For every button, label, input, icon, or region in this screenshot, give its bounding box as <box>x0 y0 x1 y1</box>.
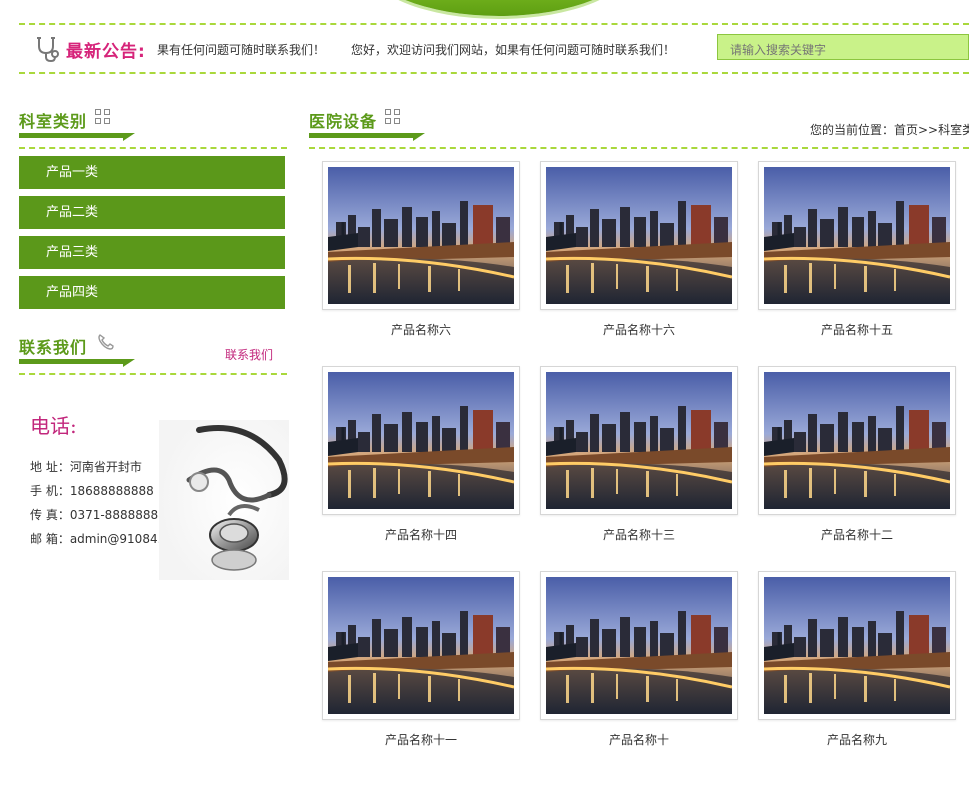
product-name[interactable]: 产品名称九 <box>758 731 956 748</box>
product-image[interactable] <box>546 372 732 509</box>
product-name[interactable]: 产品名称十五 <box>758 321 956 338</box>
products-title: 医院设备 <box>309 112 378 131</box>
contact-link[interactable]: 联系我们 <box>225 346 273 363</box>
category-title: 科室类别 <box>19 112 88 131</box>
product-card[interactable]: 产品名称十四 <box>322 366 520 543</box>
mobile-text: 手 机：18688888888 <box>30 484 154 498</box>
product-card[interactable]: 产品名称十六 <box>540 161 738 338</box>
breadcrumb[interactable]: 您的当前位置：首页>>科室类 <box>810 121 969 138</box>
notice-marquee[interactable]: 果有任何问题可随时联系我们！ 您好，欢迎访问我们网站，如果有任何问题可随时联系我… <box>157 41 717 61</box>
notice-bar: 最新公告: 果有任何问题可随时联系我们！ 您好，欢迎访问我们网站，如果有任何问题… <box>19 23 969 74</box>
product-card[interactable]: 产品名称十五 <box>758 161 956 338</box>
stethoscope-icon <box>37 37 59 63</box>
product-image[interactable] <box>546 577 732 714</box>
header-decoration <box>365 0 633 16</box>
phone-icon <box>98 334 114 350</box>
category-item-2[interactable]: 产品二类 <box>19 196 285 229</box>
phone-title: 电话: <box>30 414 77 438</box>
product-name[interactable]: 产品名称十 <box>540 731 738 748</box>
product-name[interactable]: 产品名称六 <box>322 321 520 338</box>
product-card[interactable]: 产品名称十二 <box>758 366 956 543</box>
product-card[interactable]: 产品名称十一 <box>322 571 520 748</box>
product-image[interactable] <box>764 577 950 714</box>
product-image[interactable] <box>764 167 950 304</box>
product-name[interactable]: 产品名称十六 <box>540 321 738 338</box>
notice-text-a: 果有任何问题可随时联系我们！ <box>157 43 326 57</box>
product-card[interactable]: 产品名称十 <box>540 571 738 748</box>
notice-title: 最新公告: <box>66 42 146 62</box>
product-name[interactable]: 产品名称十二 <box>758 526 956 543</box>
contact-title: 联系我们 <box>19 338 88 357</box>
product-card[interactable]: 产品名称九 <box>758 571 956 748</box>
category-item-4[interactable]: 产品四类 <box>19 276 285 309</box>
product-image[interactable] <box>328 577 514 714</box>
contact-info: 电话: 地 址：河南省开封市 手 机：18688888888 传 真：0371-… <box>19 390 289 580</box>
product-image[interactable] <box>328 167 514 304</box>
product-card[interactable]: 产品名称十三 <box>540 366 738 543</box>
notice-text-b: 您好，欢迎访问我们网站，如果有任何问题可随时联系我们！ <box>351 43 676 57</box>
category-item-1[interactable]: 产品一类 <box>19 156 285 189</box>
product-image[interactable] <box>546 167 732 304</box>
stethoscope-image <box>159 420 289 580</box>
product-image[interactable] <box>764 372 950 509</box>
search-input[interactable] <box>717 34 969 60</box>
product-card[interactable]: 产品名称六 <box>322 161 520 338</box>
product-name[interactable]: 产品名称十三 <box>540 526 738 543</box>
category-item-3[interactable]: 产品三类 <box>19 236 285 269</box>
category-list: 产品一类 产品二类 产品三类 产品四类 <box>19 156 285 316</box>
product-name[interactable]: 产品名称十四 <box>322 526 520 543</box>
grid-icon <box>385 109 403 127</box>
grid-icon <box>95 109 113 127</box>
product-image[interactable] <box>328 372 514 509</box>
fax-text: 传 真：0371-88888888 <box>30 508 166 522</box>
address-text: 地 址：河南省开封市 <box>30 460 142 474</box>
product-name[interactable]: 产品名称十一 <box>322 731 520 748</box>
